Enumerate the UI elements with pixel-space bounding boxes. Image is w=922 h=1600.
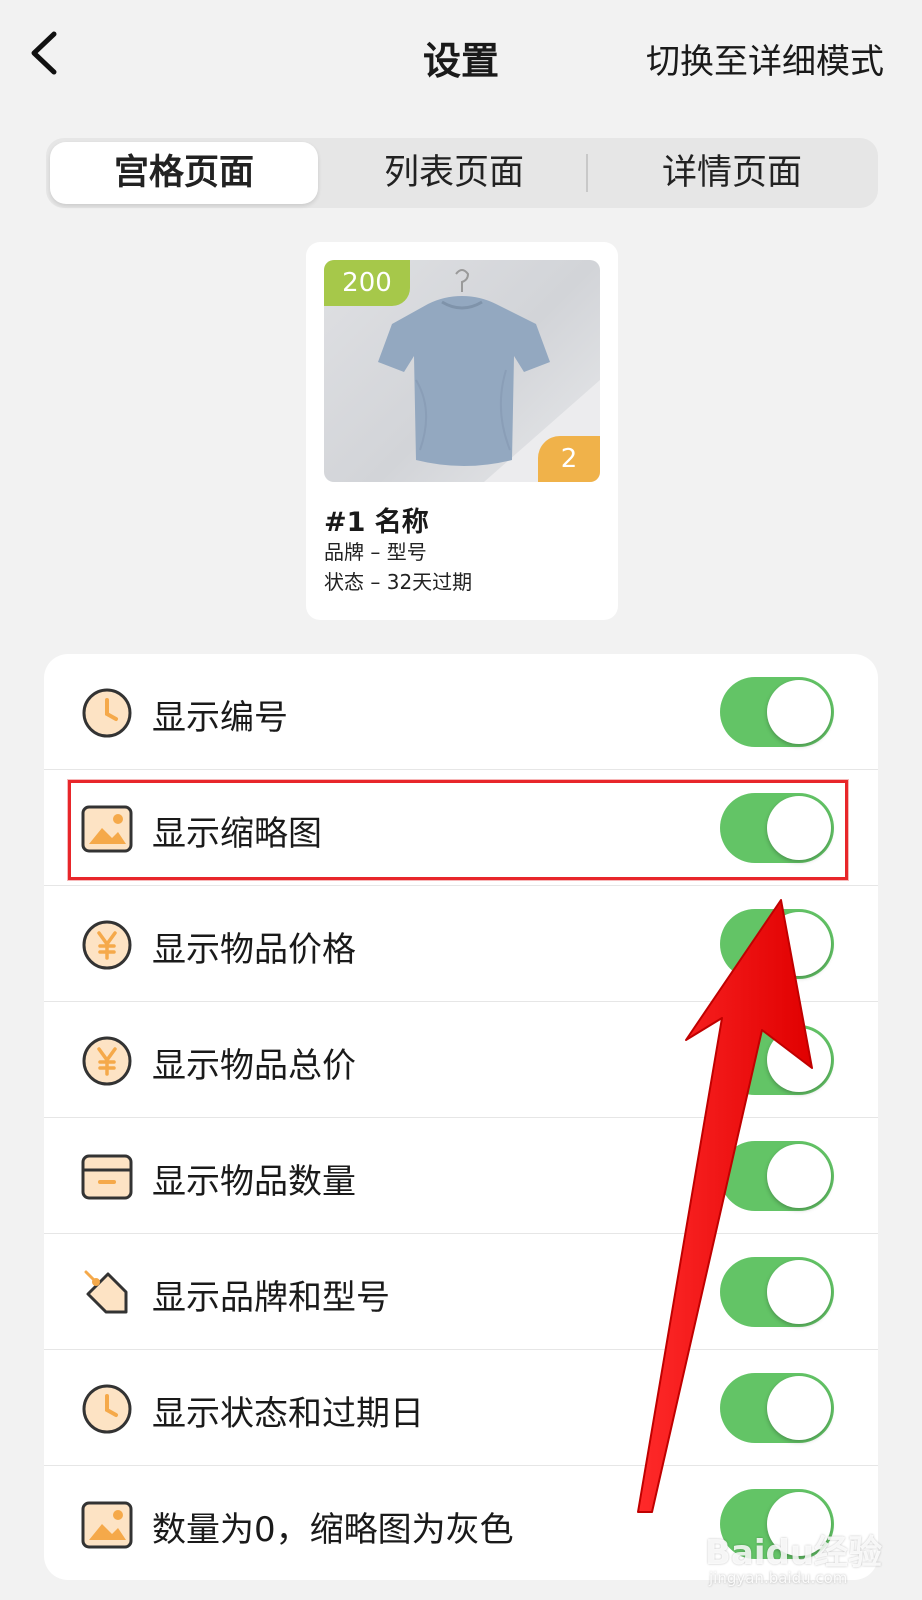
tab-grid-page[interactable]: 宫格页面	[50, 142, 318, 204]
show-number-toggle[interactable]	[720, 677, 834, 747]
page-type-segmented-control: 宫格页面 列表页面 详情页面	[46, 138, 878, 208]
setting-label: 显示物品数量	[152, 1162, 356, 1202]
navigation-bar: 设置 切换至详细模式	[0, 0, 922, 110]
setting-row-show-status-expiry[interactable]: 显示状态和过期日	[44, 1350, 878, 1466]
item-status-expiry: 状态 – 32天过期	[324, 570, 473, 594]
baidu-jingyan-watermark: Baidu经验 jingyan.baidu.com	[705, 1525, 885, 1589]
show-price-toggle[interactable]	[720, 909, 834, 979]
yuan-icon	[82, 920, 132, 970]
toggle-knob	[767, 1260, 831, 1324]
show-total-price-toggle[interactable]	[720, 1025, 834, 1095]
yuan-icon	[82, 1036, 132, 1086]
setting-label: 显示物品价格	[152, 930, 356, 970]
toggle-knob	[767, 1144, 831, 1208]
toggle-knob	[767, 1376, 831, 1440]
setting-row-show-total-price[interactable]: 显示物品总价	[44, 1002, 878, 1118]
box-icon	[81, 1154, 133, 1200]
item-thumbnail: 200 2	[324, 260, 600, 482]
setting-label: 显示状态和过期日	[152, 1394, 424, 1434]
item-brand-model: 品牌 – 型号	[324, 540, 427, 564]
toggle-knob	[767, 912, 831, 976]
setting-label: 显示编号	[152, 698, 288, 738]
tag-icon	[84, 1270, 128, 1314]
tab-detail-page[interactable]: 详情页面	[590, 138, 874, 208]
setting-label: 显示物品总价	[152, 1046, 356, 1086]
item-name: #1 名称	[324, 507, 429, 538]
watermark-url: jingyan.baidu.com	[709, 1569, 848, 1587]
annotation-highlight-box	[68, 780, 848, 880]
setting-row-show-price[interactable]: 显示物品价格	[44, 886, 878, 1002]
item-quantity-badge: 2	[538, 436, 600, 482]
setting-row-show-quantity[interactable]: 显示物品数量	[44, 1118, 878, 1234]
item-number-badge: 200	[324, 260, 410, 306]
show-quantity-toggle[interactable]	[720, 1141, 834, 1211]
switch-detail-mode-button[interactable]: 切换至详细模式	[646, 34, 884, 83]
tab-list-page[interactable]: 列表页面	[324, 138, 584, 208]
grid-preview-card: 200 2 #1 名称 品牌 – 型号 状态 – 32天过期	[306, 242, 618, 620]
setting-row-show-brand-model[interactable]: 显示品牌和型号	[44, 1234, 878, 1350]
setting-label: 显示品牌和型号	[152, 1278, 390, 1318]
clock-icon	[82, 1384, 132, 1434]
segment-divider	[586, 154, 588, 192]
watermark-logo: Baidu经验	[705, 1533, 883, 1573]
setting-row-show-number[interactable]: 显示编号	[44, 654, 878, 770]
image-icon	[81, 1501, 133, 1549]
toggle-knob	[767, 1028, 831, 1092]
setting-label: 数量为0，缩略图为灰色	[152, 1510, 514, 1550]
clock-icon	[82, 688, 132, 738]
show-brand-model-toggle[interactable]	[720, 1257, 834, 1327]
show-status-expiry-toggle[interactable]	[720, 1373, 834, 1443]
toggle-knob	[767, 680, 831, 744]
